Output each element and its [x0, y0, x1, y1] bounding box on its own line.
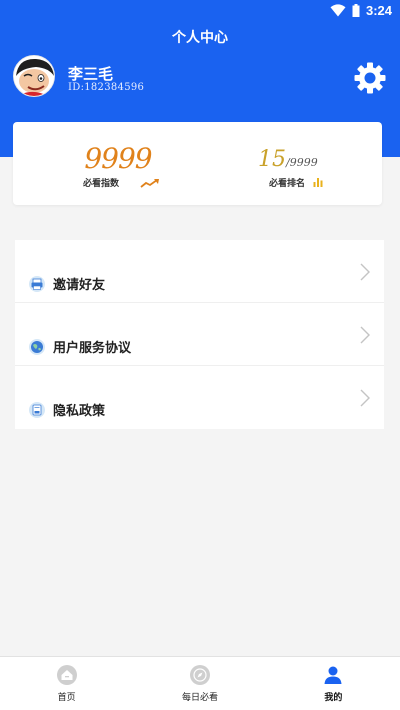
globe-icon — [29, 339, 45, 355]
user-id: ID:182384596 — [68, 82, 145, 93]
page-title: 个人中心 — [172, 30, 228, 46]
index-label: 必看指数 — [83, 179, 120, 189]
avatar[interactable] — [13, 55, 55, 97]
nav-label: 首页 — [57, 693, 76, 703]
bar-chart-icon — [313, 178, 323, 187]
chevron-right-icon — [360, 263, 370, 281]
user-icon — [324, 666, 342, 684]
menu-item-invite-friends[interactable]: 邀请好友 — [15, 240, 384, 303]
settings-button[interactable] — [352, 60, 388, 96]
status-time: 3:24 — [365, 3, 392, 18]
home-icon — [56, 665, 77, 685]
rank-value: 15 — [258, 147, 286, 172]
status-indicators: 3:24 — [330, 3, 392, 18]
nav-label: 每日必看 — [181, 693, 218, 703]
menu-item-privacy-policy[interactable]: 隐私政策 — [15, 366, 384, 429]
index-value: 9999 — [84, 142, 152, 175]
menu-list: 邀请好友 用户服务协议 隐私政策 — [15, 240, 384, 429]
printer-icon — [29, 276, 45, 292]
menu-item-label: 邀请好友 — [53, 278, 106, 293]
trend-up-icon — [140, 179, 159, 188]
status-bar: 3:24 — [0, 0, 400, 22]
document-icon — [29, 402, 45, 418]
user-name: 李三毛 — [68, 65, 114, 83]
gear-icon — [354, 62, 386, 94]
nav-item-mine[interactable]: 我的 — [267, 657, 400, 710]
compass-icon — [189, 665, 210, 685]
chevron-right-icon — [360, 389, 370, 407]
menu-item-label: 隐私政策 — [53, 404, 106, 419]
wifi-icon — [330, 4, 346, 17]
avatar-image — [14, 56, 54, 96]
bottom-navigation: 首页 每日必看 我的 — [0, 656, 400, 710]
chevron-right-icon — [360, 326, 370, 344]
nav-item-daily-must-watch[interactable]: 每日必看 — [133, 657, 266, 710]
nav-item-home[interactable]: 首页 — [0, 657, 133, 710]
menu-item-user-agreement[interactable]: 用户服务协议 — [15, 303, 384, 366]
nav-label: 我的 — [324, 693, 343, 703]
rank-value-group: 15/9999 — [258, 147, 318, 172]
menu-item-label: 用户服务协议 — [53, 341, 132, 356]
rank-total: /9999 — [286, 156, 318, 169]
stats-card: 9999 必看指数 15/9999 必看排名 — [13, 122, 382, 205]
battery-icon — [352, 4, 360, 17]
rank-label: 必看排名 — [269, 179, 306, 189]
